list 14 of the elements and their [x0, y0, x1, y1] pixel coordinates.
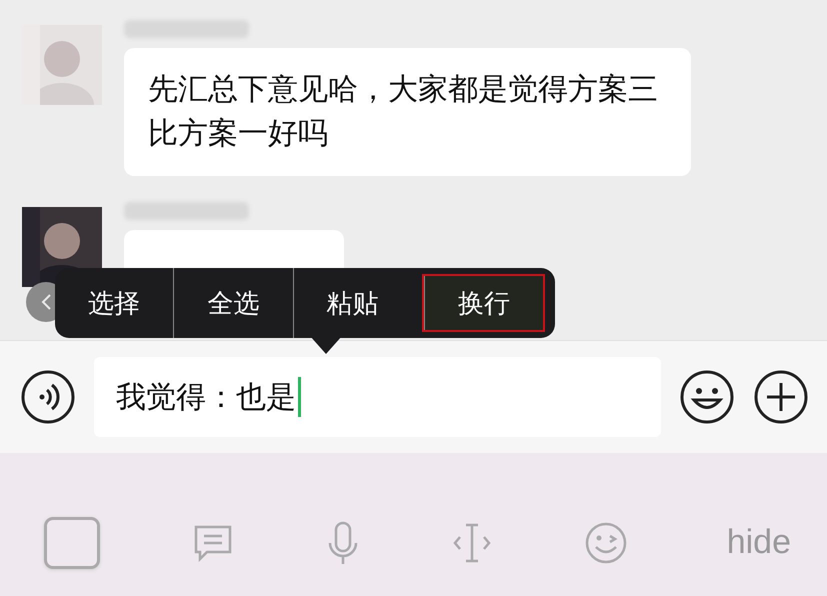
menu-item[interactable]: 选择 — [55, 268, 174, 338]
input-field[interactable]: 我觉得：也是 — [94, 357, 661, 437]
square-key[interactable] — [44, 516, 100, 568]
emoji-icon[interactable] — [679, 369, 735, 425]
cursor-icon[interactable] — [452, 522, 492, 562]
menu-item[interactable]: 全选 — [173, 268, 292, 338]
menu-item[interactable]: 换行 — [424, 276, 543, 330]
message-bubble: 先汇总下意见哈，大家都是觉得方案三比方案一好吗 — [124, 48, 691, 176]
menu-item[interactable]: 粘贴 — [292, 268, 412, 338]
plus-icon[interactable] — [753, 369, 809, 425]
wink-icon[interactable] — [585, 522, 628, 564]
chat-icon[interactable] — [193, 524, 234, 562]
microphone-icon[interactable] — [326, 520, 359, 564]
voice-icon[interactable] — [20, 369, 76, 425]
